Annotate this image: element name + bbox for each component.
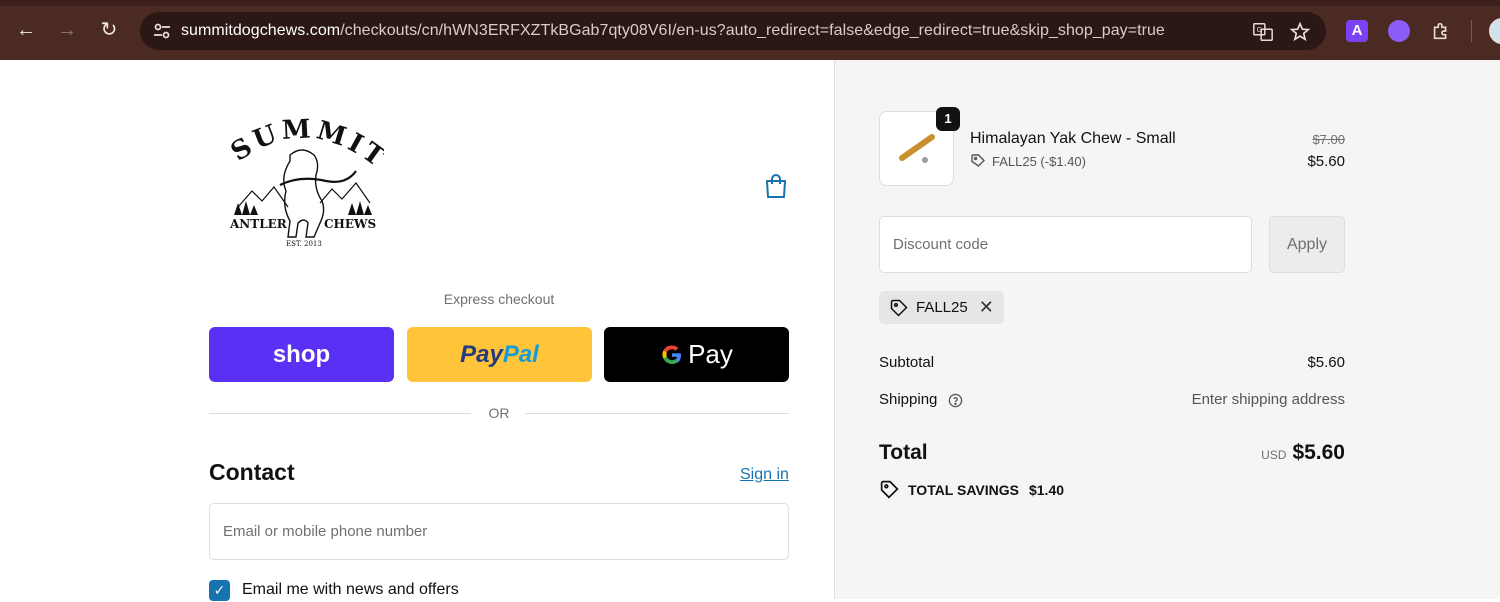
extension-circle-icon[interactable] [1388,20,1410,42]
apply-discount-button[interactable]: Apply [1269,216,1345,273]
bookmark-star-icon[interactable] [1289,21,1311,43]
newsletter-label: Email me with news and offers [242,581,459,598]
extensions-puzzle-icon[interactable] [1430,20,1452,42]
express-checkout-label: Express checkout [443,291,555,307]
paypal-button[interactable]: PayPal [407,327,592,382]
subtotal-label: Subtotal [879,354,935,371]
line-discount-text: FALL25 (-$1.40) [992,153,1086,169]
discount-code-input[interactable] [879,216,1252,273]
browser-toolbar: ← → ↻ summitdogchews.com/checkouts/cn/hW… [0,0,1500,60]
extension-a-icon[interactable]: A [1346,20,1368,42]
url-path: /checkouts/cn/hWN3ERFXZTkBGab7qty08V6I/e… [340,22,1165,39]
shipping-value: Enter shipping address [1191,391,1345,408]
forward-icon[interactable]: → [55,18,79,42]
reload-icon[interactable]: ↻ [97,18,121,42]
savings-tag-icon [880,480,899,499]
total-savings: TOTAL SAVINGS $1.40 [879,479,1064,500]
total-amount: USD $5.60 [1100,441,1345,465]
chip-code: FALL25 [916,299,968,316]
total-label: Total [879,441,928,464]
google-pay-button[interactable]: Pay [604,327,789,382]
url-host: summitdogchews.com [181,22,341,39]
shipping-row: Shipping [879,391,963,408]
line-discount: FALL25 (-$1.40) [970,153,1086,169]
shipping-label: Shipping [879,391,938,408]
logo-left-word: ANTLER [229,217,288,231]
email-field[interactable] [209,503,789,560]
tag-icon [890,299,908,317]
savings-value: $1.40 [1028,481,1065,498]
currency-code: USD [1261,448,1287,462]
logo-right-word: CHEWS [324,217,376,231]
svg-text:G: G [1257,25,1263,34]
svg-text:SUMMIT: SUMMIT [226,115,384,175]
google-g-icon [662,344,682,364]
applied-discount-chip: FALL25 ✕ [879,291,1004,324]
tag-icon [971,154,985,167]
shop-pay-label: shop [272,340,331,368]
shopping-bag-icon[interactable] [763,172,789,200]
subtotal-value: $5.60 [1307,354,1345,371]
paypal-logo: PayPal [460,340,539,368]
shop-pay-button[interactable]: shop [209,327,394,382]
product-name: Himalayan Yak Chew - Small [970,130,1176,147]
address-bar[interactable]: summitdogchews.com/checkouts/cn/hWN3ERFX… [140,12,1326,50]
back-icon[interactable]: ← [14,18,38,42]
url-text[interactable]: summitdogchews.com/checkouts/cn/hWN3ERFX… [181,22,1165,40]
google-pay-label: Pay [688,339,733,369]
store-logo[interactable]: SUMMIT ANTLER CHEWS EST. 2013 [220,115,384,255]
total-value: $5.60 [1292,441,1345,464]
newsletter-checkbox[interactable]: ✓ [209,579,230,601]
logo-title: SUMMIT [226,115,384,175]
help-circle-icon[interactable] [948,393,963,408]
newsletter-option[interactable]: ✓ Email me with news and offers [209,578,459,602]
quantity-badge: 1 [936,107,960,131]
remove-discount-icon[interactable]: ✕ [979,297,994,318]
site-settings-icon[interactable] [150,19,174,43]
original-price: $7.00 [1312,132,1345,147]
sign-in-link[interactable]: Sign in [740,466,789,484]
line-price: $5.60 [1307,153,1345,170]
savings-label: TOTAL SAVINGS [908,481,1019,498]
translate-icon[interactable]: G [1252,21,1274,43]
profile-avatar[interactable] [1489,18,1500,44]
logo-est: EST. 2013 [286,240,322,248]
or-divider: OR [209,404,789,424]
tab-strip [0,0,1500,6]
contact-heading: Contact [209,459,295,485]
toolbar-separator [1471,20,1472,42]
or-label: OR [488,405,510,421]
